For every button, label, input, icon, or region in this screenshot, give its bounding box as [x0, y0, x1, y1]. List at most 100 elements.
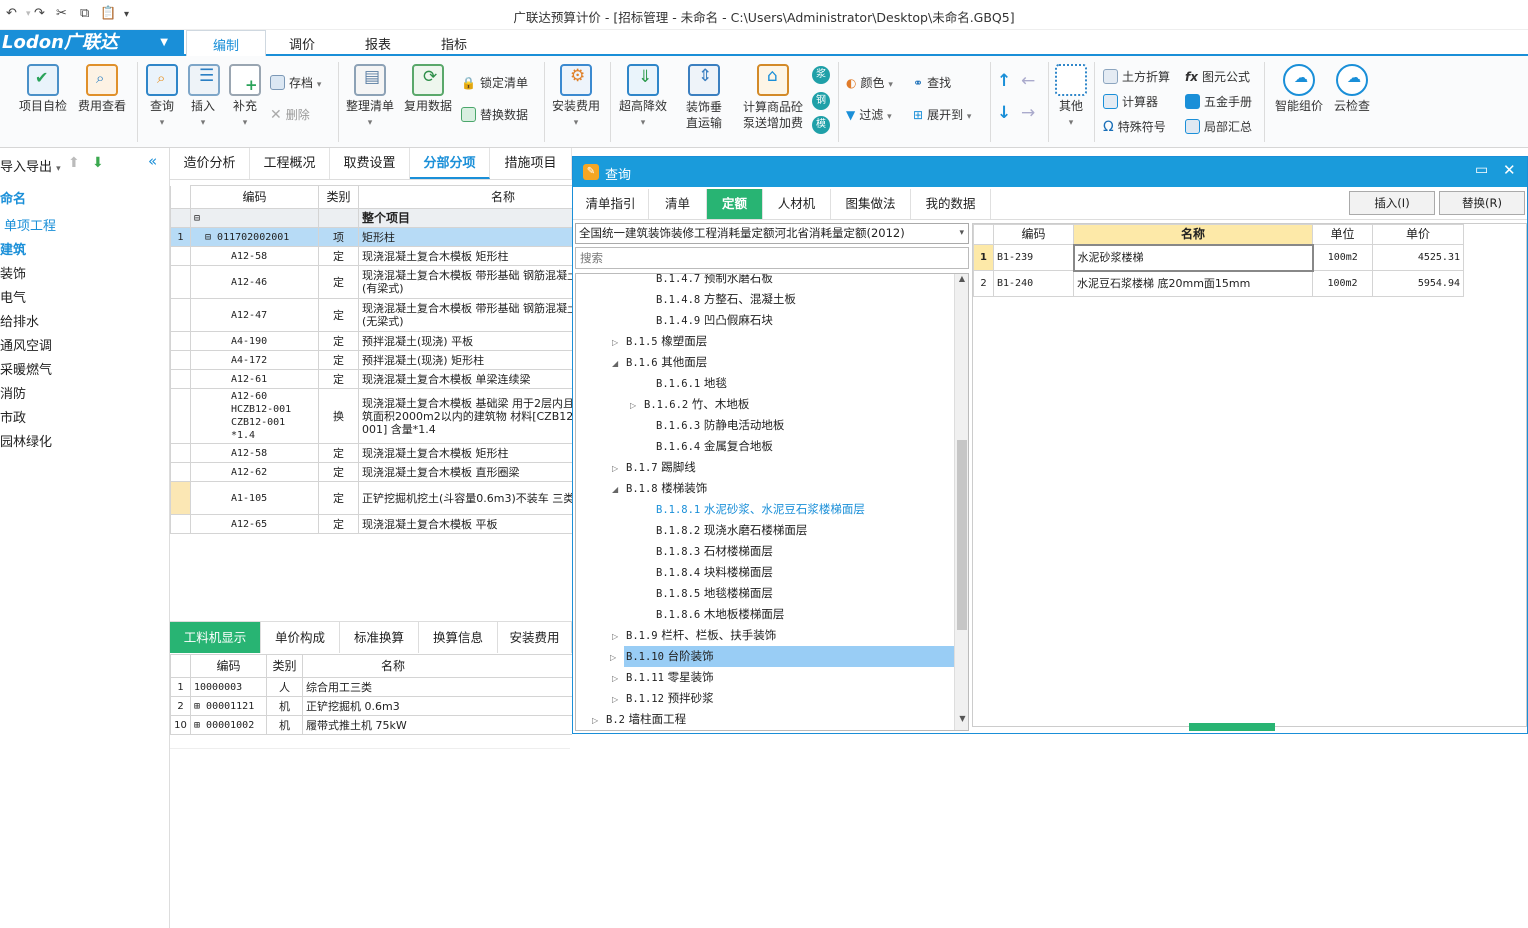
tree-item-electrical[interactable]: 电气 [0, 287, 26, 306]
row-index[interactable] [170, 208, 191, 228]
quota-row[interactable]: A12-61 定现浇混凝土复合木模板 单梁连续梁 [170, 369, 572, 389]
tree-node[interactable]: ▷ B.2 墙柱面工程 [592, 709, 686, 730]
row-type[interactable]: 换 [318, 388, 359, 444]
list-item-row[interactable]: 1 ⊟ 011702002001 项矩形柱 [170, 227, 572, 247]
tab-labor-material-machine[interactable]: 人材机 [763, 189, 831, 219]
quota-row[interactable]: A12-46 定现浇混凝土复合木模板 带形基础 钢筋混凝土(有梁式) [170, 265, 572, 299]
tab-my-data[interactable]: 我的数据 [911, 189, 991, 219]
replace-data-button[interactable]: 替换数据 [461, 106, 528, 123]
save-button[interactable]: 存档 ▾ [270, 74, 321, 91]
tree-node[interactable]: ◢ B.1.6 其他面层 [612, 352, 707, 373]
tree-node[interactable]: ▷ B.1.6.2 竹、木地板 [630, 394, 749, 415]
lock-list-button[interactable]: 🔒 锁定清单 [461, 74, 528, 91]
result-header-code[interactable]: 编码 [993, 224, 1074, 245]
col-header-type[interactable]: 类别 [266, 654, 303, 678]
tab-conversion-info[interactable]: 换算信息 [419, 622, 498, 653]
tab-quota[interactable]: 定额 [707, 189, 763, 219]
row-index[interactable]: 1 [170, 227, 191, 247]
quota-row[interactable]: A4-172 定预拌混凝土(现浇) 矩形柱 [170, 350, 572, 370]
row-name[interactable]: 现浇混凝土复合木模板 带形基础 钢筋混凝土(无梁式) [358, 298, 572, 332]
badge-jiang[interactable]: 浆 [812, 66, 830, 84]
row-code[interactable]: A12-61 [190, 369, 319, 389]
tree-node[interactable]: B.1.8.3 石材楼梯面层 [646, 541, 773, 562]
row-type[interactable]: 定 [318, 481, 359, 515]
quota-row[interactable]: A4-190 定预拌混凝土(现浇) 平板 [170, 331, 572, 351]
self-check-button[interactable]: ✔ 项目自检 [18, 64, 68, 114]
row-code[interactable]: A1-105 [190, 481, 319, 515]
tree-node[interactable]: ◢ B.1.8 楼梯装饰 [612, 478, 707, 499]
quota-row[interactable]: A12-58 定现浇混凝土复合木模板 矩形柱 [170, 443, 572, 463]
query-button[interactable]: ⌕ 查询 ▾ [145, 64, 179, 131]
tab-atlas-method[interactable]: 图集做法 [831, 189, 911, 219]
row-type[interactable]: 定 [318, 246, 359, 266]
row-name[interactable]: 现浇混凝土复合木模板 单梁连续梁 [358, 369, 572, 389]
move-left-icon[interactable]: ← [1021, 71, 1035, 91]
expand-to-button[interactable]: ⊞ 展开到 ▾ [913, 106, 971, 123]
tab-zhibiao[interactable]: 指标 [441, 34, 467, 53]
tab-baobiao[interactable]: 报表 [365, 34, 391, 53]
quota-row[interactable]: A12-58 定现浇混凝土复合木模板 矩形柱 [170, 246, 572, 266]
tree-node[interactable]: ▷ B.1.5 橡塑面层 [612, 331, 707, 352]
tab-fee-settings[interactable]: 取费设置 [330, 148, 410, 179]
replace-button[interactable]: 替换(R) [1439, 191, 1525, 215]
row-name[interactable]: 预拌混凝土(现浇) 矩形柱 [358, 350, 572, 370]
tree-item-decoration[interactable]: 装饰 [0, 263, 26, 282]
tree-node[interactable]: B.1.6.4 金属复合地板 [646, 436, 773, 457]
fee-view-button[interactable]: ⌕ 费用查看 [77, 64, 127, 114]
quota-library-select[interactable]: 全国统一建筑装饰装修工程消耗量定额河北省消耗量定额(2012) ▾ [575, 223, 969, 244]
row-index[interactable] [170, 298, 191, 332]
expand-icon[interactable]: ⊞ [194, 720, 206, 731]
labor-row[interactable]: 2 ⊞ 00001121 机正铲挖掘机 0.6m3 [170, 696, 572, 716]
delete-button[interactable]: ✕ 删除 [270, 106, 310, 123]
tab-project-overview[interactable]: 工程概况 [250, 148, 330, 179]
cloud-check-button[interactable]: ☁ 云检查 [1330, 64, 1374, 114]
tree-node[interactable]: ▷ B.1.10 台阶装饰 [610, 646, 958, 667]
collapse-icon[interactable]: ⊟ [194, 213, 200, 224]
row-type[interactable]: 定 [318, 369, 359, 389]
result-price[interactable]: 4525.31 [1372, 244, 1464, 271]
arrow-down-icon[interactable]: ⬇ [92, 155, 104, 171]
move-right-icon[interactable]: → [1021, 103, 1035, 123]
row-code[interactable]: A12-65 [190, 514, 319, 534]
col-header-type[interactable]: 类别 [318, 185, 359, 209]
tree-item-plumbing[interactable]: 给排水 [0, 311, 39, 330]
row-name[interactable]: 矩形柱 [358, 227, 572, 247]
tree-node[interactable]: B.1.4.7 预制水磨石板 [646, 274, 773, 289]
tree-item-building[interactable]: 建筑 [0, 239, 26, 258]
tree-item-single-project[interactable]: 单项工程 [4, 215, 56, 234]
row-index[interactable] [170, 350, 191, 370]
col-header-name[interactable]: 名称 [302, 654, 572, 678]
result-unit[interactable]: 100m2 [1312, 270, 1373, 297]
arrow-up-icon[interactable]: ⬆ [68, 155, 80, 171]
tab-sub-items[interactable]: 分部分项 [410, 148, 490, 179]
row-code[interactable]: A4-172 [190, 350, 319, 370]
quota-row[interactable]: A12-65 定现浇混凝土复合木模板 平板 [170, 514, 572, 534]
tab-cost-analysis[interactable]: 造价分析 [170, 148, 250, 179]
row-type[interactable]: 定 [318, 331, 359, 351]
supplement-button[interactable]: + 补充 ▾ [229, 64, 261, 131]
vertical-transport-button[interactable]: ⇕ 装饰垂直运输 [676, 64, 732, 131]
import-export-button[interactable]: 导入导出 ▾ [0, 156, 61, 175]
quota-row[interactable]: A12-60 HCZB12-001 CZB12-001 *1.4 换现浇混凝土复合… [170, 388, 572, 444]
search-box[interactable] [575, 247, 969, 269]
collapse-icon[interactable]: ⊟ [205, 232, 217, 243]
color-button[interactable]: ◐ 颜色 ▾ [846, 74, 893, 91]
app-logo[interactable]: Lodon广联达 ▼ [0, 30, 184, 55]
row-code[interactable]: 10000003 [190, 677, 267, 697]
result-name[interactable]: 水泥豆石浆楼梯 底20mm面15mm [1073, 270, 1313, 297]
calculator-button[interactable]: 计算器 [1103, 93, 1158, 110]
tab-standard-conversion[interactable]: 标准换算 [340, 622, 419, 653]
tab-labor-material[interactable]: 工料机显示 [170, 622, 261, 653]
row-type[interactable]: 定 [318, 514, 359, 534]
tree-item-project[interactable]: 命名 [0, 188, 26, 207]
row-code[interactable]: A4-190 [190, 331, 319, 351]
tree-node[interactable]: ▷ B.1.7 踢脚线 [612, 457, 696, 478]
result-header-name[interactable]: 名称 [1073, 224, 1313, 245]
tree-node[interactable]: B.1.4.8 方整石、混凝土板 [646, 289, 796, 310]
row-type[interactable]: 定 [318, 265, 359, 299]
partial-summary-button[interactable]: 局部汇总 [1185, 118, 1252, 135]
row-name[interactable]: 现浇混凝土复合木模板 矩形柱 [358, 246, 572, 266]
tree-scrollbar[interactable]: ▲ ▼ [954, 274, 968, 730]
tree-node[interactable]: B.1.8.5 地毯楼梯面层 [646, 583, 773, 604]
dialog-title-bar[interactable]: ✎ 查询 ▭ ✕ [573, 157, 1527, 187]
